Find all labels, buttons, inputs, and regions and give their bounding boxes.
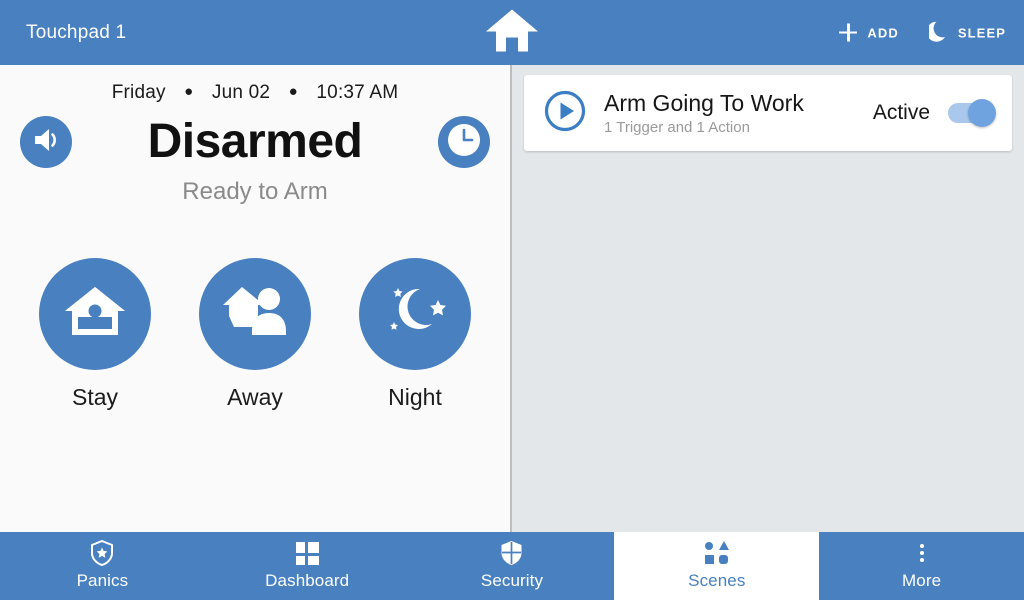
scene-title: Arm Going To Work	[604, 89, 804, 116]
security-panel: Friday ● Jun 02 ● 10:37 AM Disarmed Read…	[0, 65, 512, 532]
time-label: 10:37 AM	[316, 82, 399, 103]
moon-icon	[926, 20, 949, 45]
shield-icon	[500, 541, 523, 565]
house-walking-person-icon	[220, 283, 290, 346]
shape-hexagon	[718, 555, 728, 564]
shape-triangle	[718, 541, 729, 550]
home-button[interactable]	[484, 7, 540, 58]
weekday-label: Friday	[111, 82, 166, 103]
date-separator-2: ●	[288, 83, 298, 100]
nav-label-dashboard: Dashboard	[265, 571, 350, 590]
arming-status: Disarmed	[147, 114, 363, 168]
scene-active-toggle[interactable]	[948, 99, 996, 127]
arm-night-label: Night	[388, 384, 442, 410]
nav-item-panics[interactable]: Panics	[0, 532, 205, 600]
nav-item-dashboard[interactable]: Dashboard	[205, 532, 410, 600]
moon-stars-icon	[382, 282, 448, 347]
date-separator-1: ●	[184, 83, 194, 100]
arm-stay-circle	[39, 258, 151, 370]
more-vertical-icon	[919, 541, 924, 565]
arm-stay-button[interactable]: Stay	[39, 258, 151, 411]
nav-item-more[interactable]: More	[819, 532, 1024, 600]
add-button[interactable]: ADD	[838, 23, 898, 43]
app-header: Touchpad 1 ADD SLEEP	[0, 0, 1024, 65]
nav-label-security: Security	[480, 571, 544, 590]
ready-status: Ready to Arm	[182, 178, 328, 205]
add-label: ADD	[867, 25, 899, 40]
date-time-row: Friday ● Jun 02 ● 10:37 AM	[0, 65, 510, 104]
arm-stay-label: Stay	[71, 384, 119, 410]
arm-night-button[interactable]: Night	[359, 258, 471, 411]
arm-away-button[interactable]: Away	[199, 258, 311, 411]
touchpad-app: Touchpad 1 ADD SLEEP Friday ● Jun 02 ● 1…	[0, 0, 1024, 600]
nav-label-more: More	[902, 571, 942, 590]
shapes-icon	[704, 541, 729, 565]
arm-away-circle	[199, 258, 311, 370]
bottom-navigation: Panics Dashboard Security Scenes More	[0, 532, 1024, 600]
shape-square	[704, 555, 714, 564]
home-icon	[484, 9, 540, 57]
scene-state-label: Active	[872, 101, 930, 124]
scenes-panel: Arm Going To Work 1 Trigger and 1 Action…	[512, 65, 1024, 532]
header-actions: ADD SLEEP	[838, 20, 1006, 45]
scene-state-block: Active	[872, 99, 996, 127]
date-label: Jun 02	[211, 82, 271, 103]
sleep-button[interactable]: SLEEP	[926, 20, 1006, 45]
clock-icon	[438, 114, 490, 171]
nav-label-scenes: Scenes	[688, 571, 746, 590]
nav-item-scenes[interactable]: Scenes	[614, 532, 820, 600]
speaker-icon	[31, 126, 61, 159]
volume-button[interactable]	[20, 116, 72, 168]
history-button[interactable]	[438, 116, 490, 168]
arm-away-label: Away	[227, 384, 283, 410]
plus-icon	[838, 23, 858, 43]
scene-play-button[interactable]	[544, 90, 586, 137]
status-row: Disarmed	[0, 116, 510, 168]
nav-item-security[interactable]: Security	[410, 532, 615, 600]
sleep-label: SLEEP	[957, 25, 1006, 40]
arm-mode-row: Stay Away Night	[0, 258, 510, 411]
house-person-icon	[62, 281, 128, 348]
shield-star-icon	[90, 540, 114, 566]
toggle-knob	[968, 99, 996, 127]
scene-card[interactable]: Arm Going To Work 1 Trigger and 1 Action…	[524, 75, 1012, 151]
scene-text-block: Arm Going To Work 1 Trigger and 1 Action	[604, 90, 873, 136]
arm-night-circle	[359, 258, 471, 370]
shape-circle	[705, 541, 714, 550]
scene-subtitle: 1 Trigger and 1 Action	[604, 119, 750, 137]
page-title: Touchpad 1	[26, 21, 127, 43]
nav-label-panics: Panics	[76, 571, 129, 590]
main-body: Friday ● Jun 02 ● 10:37 AM Disarmed Read…	[0, 65, 1024, 532]
play-circle-icon	[544, 90, 586, 136]
grid-icon	[295, 541, 319, 565]
